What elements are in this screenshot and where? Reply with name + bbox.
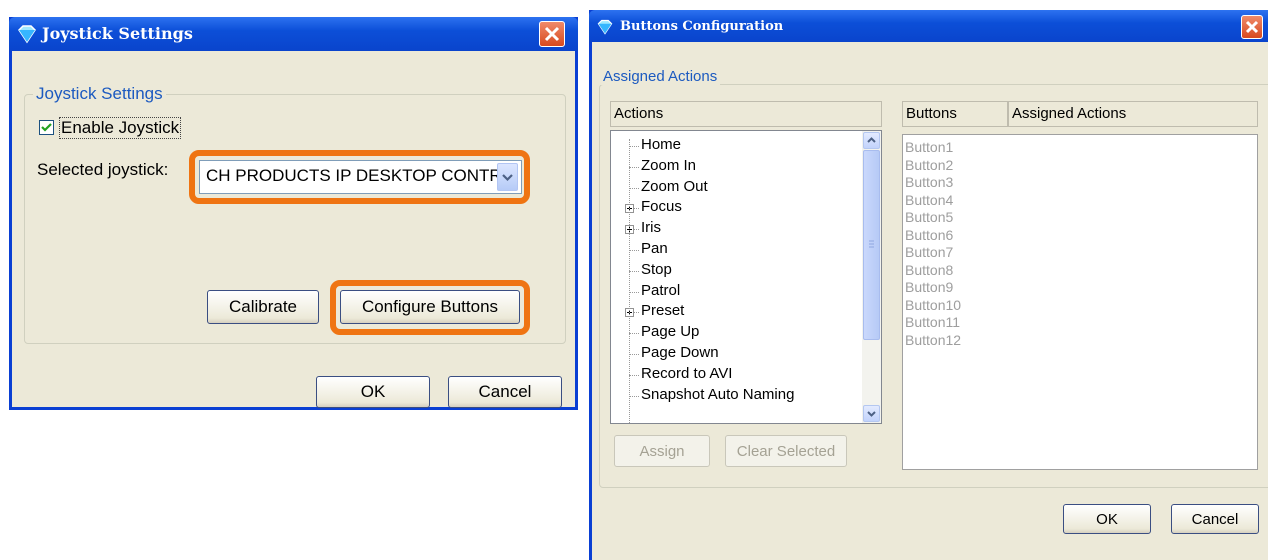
actions-header: Actions — [610, 101, 882, 127]
cancel-button[interactable]: Cancel — [448, 376, 562, 408]
tree-connector — [629, 250, 639, 251]
tree-item[interactable]: Page Down — [641, 344, 719, 361]
tree-connector — [629, 291, 639, 293]
tree-item[interactable]: Zoom Out — [641, 178, 708, 195]
tree-item[interactable]: Record to AVI — [641, 365, 732, 382]
buttons-list[interactable]: Button1 Button2 Button3 Button4 Button5 Butto… — [902, 134, 1258, 470]
tree-connector — [629, 146, 639, 147]
joystick-settings-window: Joystick Settings Joystick Settings Enab… — [9, 17, 578, 410]
tree-item[interactable]: Zoom In — [641, 157, 696, 174]
calibrate-button-label: Calibrate — [228, 297, 298, 316]
tree-connector — [629, 166, 639, 168]
configure-buttons-highlight — [330, 280, 530, 335]
close-button[interactable] — [539, 21, 565, 47]
button-list-item[interactable]: Button12 — [905, 332, 961, 348]
enable-joystick-label[interactable]: Enable Joystick — [59, 117, 182, 139]
tree-trunk — [629, 139, 630, 423]
close-icon — [1245, 20, 1259, 34]
cancel-button-label: Cancel — [1191, 510, 1239, 528]
tree-item[interactable]: Stop — [641, 261, 672, 278]
button-list-item[interactable]: Button7 — [905, 244, 953, 260]
clear-selected-label: Clear Selected — [736, 442, 836, 460]
check-icon — [41, 123, 52, 132]
enable-joystick-checkbox[interactable] — [39, 120, 54, 135]
button-list-item[interactable]: Button1 — [905, 139, 953, 155]
tree-item[interactable]: Pan — [641, 240, 668, 257]
button-list-item[interactable]: Button5 — [905, 209, 953, 225]
button-list-item[interactable]: Button3 — [905, 174, 953, 190]
buttons-title: Buttons Configuration — [620, 19, 784, 34]
grip-icon — [869, 240, 874, 248]
buttons-header: Buttons — [902, 101, 1008, 127]
close-button[interactable] — [1241, 15, 1263, 39]
tree-connector — [629, 374, 639, 376]
chevron-up-icon — [867, 137, 876, 143]
button-list-item[interactable]: Button4 — [905, 192, 953, 208]
close-icon — [544, 26, 560, 42]
app-gem-icon — [597, 19, 613, 35]
ok-button-label: OK — [1096, 510, 1118, 528]
tree-connector — [629, 354, 639, 355]
button-list-item[interactable]: Button10 — [905, 297, 961, 313]
clear-selected-button[interactable]: Clear Selected — [725, 435, 847, 467]
button-list-item[interactable]: Button8 — [905, 262, 953, 278]
tree-connector — [629, 333, 639, 335]
button-list-item[interactable]: Button2 — [905, 157, 953, 173]
tree-item[interactable]: Preset — [641, 302, 684, 319]
scroll-up-button[interactable] — [863, 132, 880, 149]
ok-button[interactable]: OK — [316, 376, 430, 408]
button-list-item[interactable]: Button11 — [905, 314, 960, 330]
ok-button-label: OK — [360, 382, 386, 401]
buttons-configuration-window: Buttons Configuration Assigned Actions A… — [589, 10, 1268, 560]
button-list-item[interactable]: Button6 — [905, 227, 953, 243]
joystick-title: Joystick Settings — [42, 24, 193, 43]
group-legend: Assigned Actions — [600, 68, 721, 85]
group-legend: Joystick Settings — [33, 84, 166, 104]
assign-button-label: Assign — [639, 442, 685, 460]
cancel-button[interactable]: Cancel — [1171, 504, 1259, 534]
ok-button[interactable]: OK — [1063, 504, 1151, 534]
assign-button[interactable]: Assign — [614, 435, 710, 467]
joystick-select-highlight — [189, 150, 530, 204]
actions-tree-items: Home Zoom In Zoom Out Focus Iris Pan Stop Patro… — [611, 131, 863, 423]
buttons-client: Assigned Actions Actions Home Zoom In Zoom… — [592, 42, 1268, 560]
calibrate-button[interactable]: Calibrate — [207, 290, 319, 324]
cancel-button-label: Cancel — [478, 382, 532, 401]
tree-item[interactable]: Focus — [641, 198, 682, 215]
app-gem-icon — [18, 25, 36, 44]
tree-item[interactable]: Patrol — [641, 282, 680, 299]
buttons-titlebar[interactable]: Buttons Configuration — [589, 10, 1268, 42]
tree-item[interactable]: Page Up — [641, 323, 699, 340]
tree-connector — [629, 187, 639, 189]
tree-item[interactable]: Home — [641, 136, 681, 153]
scroll-down-button[interactable] — [863, 405, 880, 422]
tree-item[interactable]: Iris — [641, 219, 661, 236]
scroll-thumb[interactable] — [863, 150, 880, 340]
tree-item[interactable]: Snapshot Auto Naming — [641, 386, 794, 403]
chevron-down-icon — [867, 411, 876, 417]
tree-connector — [629, 395, 639, 397]
joystick-titlebar[interactable]: Joystick Settings — [9, 17, 578, 51]
joystick-client: Joystick Settings Enable Joystick Select… — [12, 51, 575, 408]
button-list-item[interactable]: Button9 — [905, 279, 953, 295]
selected-joystick-label: Selected joystick: — [37, 160, 169, 179]
actions-tree[interactable]: Home Zoom In Zoom Out Focus Iris Pan Stop Patro… — [610, 130, 882, 424]
tree-connector — [629, 270, 639, 272]
actions-scrollbar[interactable] — [862, 131, 881, 423]
assigned-actions-header: Assigned Actions — [1008, 101, 1258, 127]
